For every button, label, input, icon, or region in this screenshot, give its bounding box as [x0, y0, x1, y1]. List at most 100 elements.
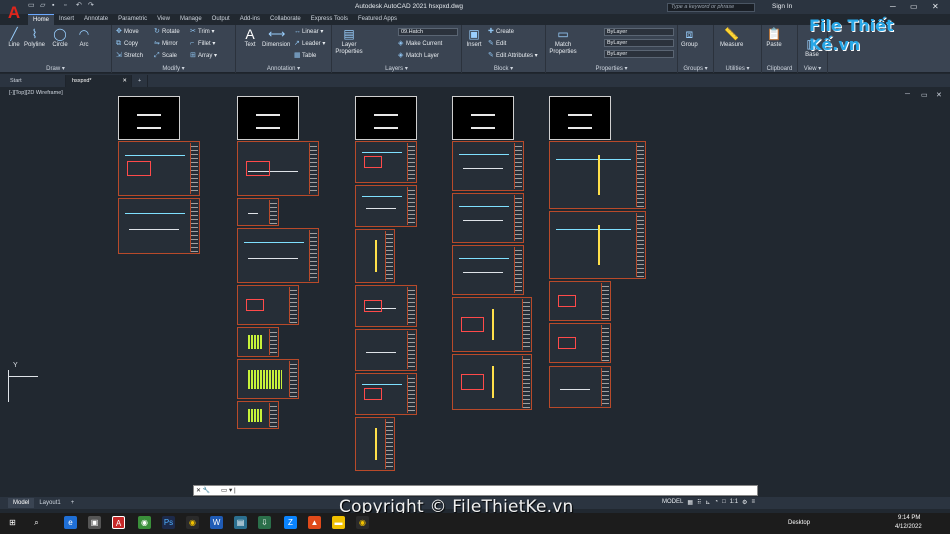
layers-panel-label[interactable]: Layers ▾	[332, 65, 461, 72]
app-icon[interactable]: ▤	[234, 516, 247, 529]
tab-manage[interactable]: Manage	[175, 14, 207, 25]
trim-button[interactable]: ✂ Trim ▾	[190, 28, 214, 36]
arc-button[interactable]: ◠ Arc	[76, 27, 92, 48]
tab-featured-apps[interactable]: Featured Apps	[353, 14, 402, 25]
viewport-controls[interactable]: [-][Top][2D Wireframe]	[9, 90, 63, 96]
linetype-dropdown[interactable]: ByLayer	[604, 39, 674, 47]
save-icon[interactable]: ▪	[52, 2, 60, 10]
leader-button[interactable]: ↗ Leader ▾	[294, 40, 325, 48]
drawing-canvas[interactable]: [-][Top][2D Wireframe] ─ ▭ ✕	[0, 88, 950, 496]
tab-view[interactable]: View	[152, 14, 175, 25]
edge-icon[interactable]: e	[64, 516, 77, 529]
tab-collaborate[interactable]: Collaborate	[265, 14, 306, 25]
match-layer-button[interactable]: ◈ Match Layer	[398, 52, 439, 60]
save-as-icon[interactable]: ▫	[64, 2, 72, 10]
autocad-logo-icon[interactable]: A	[3, 2, 25, 24]
viewport-minimize-icon[interactable]: ─	[905, 91, 910, 98]
doc-tab-start[interactable]: Start	[4, 75, 66, 87]
minimize-icon[interactable]: ─	[890, 2, 896, 11]
annotation-scale-label[interactable]: 1:1	[730, 499, 738, 506]
viewport-restore-icon[interactable]: ▭	[921, 91, 928, 99]
sign-in-button[interactable]: Sign In	[772, 3, 792, 10]
lineweight-dropdown[interactable]: ByLayer	[604, 50, 674, 58]
chrome-icon[interactable]: ◉	[186, 516, 199, 529]
windows-start-icon[interactable]: ⊞	[6, 516, 19, 529]
store-icon[interactable]: ▣	[88, 516, 101, 529]
photoshop-icon[interactable]: Ps	[162, 516, 175, 529]
line-button[interactable]: ╱ Line	[6, 27, 22, 48]
osnap-icon[interactable]: □	[722, 499, 726, 506]
linear-button[interactable]: ↔Linear ▾	[294, 28, 323, 36]
create-block-button[interactable]: ✚ Create	[488, 28, 514, 36]
layer-dropdown[interactable]: 09.Hatch	[398, 28, 458, 36]
properties-panel-label[interactable]: Properties ▾	[546, 65, 677, 72]
ortho-icon[interactable]: ⊾	[705, 499, 710, 506]
measure-button[interactable]: 📏 Measure	[720, 27, 743, 48]
search-input[interactable]: Type a keyword or phrase	[667, 3, 755, 12]
clock-time[interactable]: 9:14 PM	[898, 515, 920, 521]
edit-attributes-button[interactable]: ✎ Edit Attributes ▾	[488, 52, 538, 60]
copy-button[interactable]: ⧉ Copy	[116, 40, 138, 48]
group-button[interactable]: ⧈ Group	[681, 27, 698, 48]
utilities-panel-label[interactable]: Utilities ▾	[714, 65, 761, 72]
polyline-button[interactable]: ⌇ Polyline	[24, 27, 45, 48]
tab-annotate[interactable]: Annotate	[79, 14, 113, 25]
word-icon[interactable]: W	[210, 516, 223, 529]
autocad-taskbar-icon[interactable]: A	[112, 516, 125, 529]
tab-parametric[interactable]: Parametric	[113, 14, 152, 25]
undo-icon[interactable]: ↶	[76, 2, 84, 10]
app-icon[interactable]: ⇩	[258, 516, 271, 529]
chrome-icon[interactable]: ◉	[356, 516, 369, 529]
layer-properties-button[interactable]: ▤ Layer Properties	[334, 27, 364, 56]
redo-icon[interactable]: ↷	[88, 2, 96, 10]
scale-button[interactable]: ⤢ Scale	[154, 52, 177, 60]
add-layout-button[interactable]: +	[66, 498, 80, 508]
command-line-tools-icon[interactable]: ✕ 🔧	[196, 487, 210, 494]
block-panel-label[interactable]: Block ▾	[462, 65, 545, 72]
grid-icon[interactable]: ▦	[687, 499, 693, 506]
new-tab-button[interactable]: +	[132, 75, 149, 87]
tab-express-tools[interactable]: Express Tools	[306, 14, 353, 25]
modify-panel-label[interactable]: Modify ▾	[112, 65, 235, 72]
file-explorer-icon[interactable]: ▬	[332, 516, 345, 529]
groups-panel-label[interactable]: Groups ▾	[678, 65, 713, 72]
make-current-button[interactable]: ◈ Make Current	[398, 40, 442, 48]
annotation-panel-label[interactable]: Annotation ▾	[236, 65, 331, 72]
app-icon[interactable]: ▲	[308, 516, 321, 529]
maximize-icon[interactable]: ▭	[910, 2, 918, 11]
tab-home[interactable]: Home	[28, 14, 55, 25]
close-tab-icon[interactable]: ✕	[122, 75, 127, 87]
model-space-button[interactable]: MODEL	[662, 499, 683, 506]
move-button[interactable]: ✥ Move	[116, 28, 139, 36]
app-icon[interactable]: ◉	[138, 516, 151, 529]
draw-panel-label[interactable]: Draw ▾	[0, 65, 111, 72]
stretch-button[interactable]: ⇲ Stretch	[116, 52, 143, 60]
view-panel-label[interactable]: View ▾	[798, 65, 827, 72]
dimension-button[interactable]: ⟷ Dimension	[262, 27, 290, 48]
polar-icon[interactable]: ◔	[714, 499, 718, 506]
table-button[interactable]: ▦Table	[294, 52, 316, 60]
tab-model[interactable]: Model	[8, 498, 35, 508]
open-file-icon[interactable]: ▱	[40, 2, 48, 10]
viewport-close-icon[interactable]: ✕	[936, 91, 942, 99]
tab-insert[interactable]: Insert	[54, 14, 79, 25]
snap-icon[interactable]: ⠿	[697, 499, 701, 506]
tab-output[interactable]: Output	[207, 14, 235, 25]
tab-layout1[interactable]: Layout1	[34, 498, 65, 508]
tab-add-ins[interactable]: Add-ins	[235, 14, 265, 25]
command-line-input[interactable]	[193, 485, 758, 496]
zalo-icon[interactable]: Z	[284, 516, 297, 529]
customize-icon[interactable]: ≡	[751, 499, 755, 506]
match-properties-button[interactable]: ▭ Match Properties	[548, 27, 578, 56]
desktop-toolbar[interactable]: Desktop	[788, 520, 810, 526]
edit-block-button[interactable]: ✎ Edit	[488, 40, 506, 48]
settings-icon[interactable]: ⚙	[742, 499, 747, 506]
close-icon[interactable]: ✕	[932, 2, 939, 11]
paste-button[interactable]: 📋 Paste	[766, 27, 782, 48]
fillet-button[interactable]: ⌐ Fillet ▾	[190, 40, 215, 48]
array-button[interactable]: ⊞ Array ▾	[190, 52, 217, 60]
search-icon[interactable]: ⌕	[30, 516, 43, 529]
color-dropdown[interactable]: ByLayer	[604, 28, 674, 36]
new-file-icon[interactable]: ▭	[28, 2, 36, 10]
doc-tab-drawing[interactable]: hsxpxd* ✕	[66, 75, 132, 87]
